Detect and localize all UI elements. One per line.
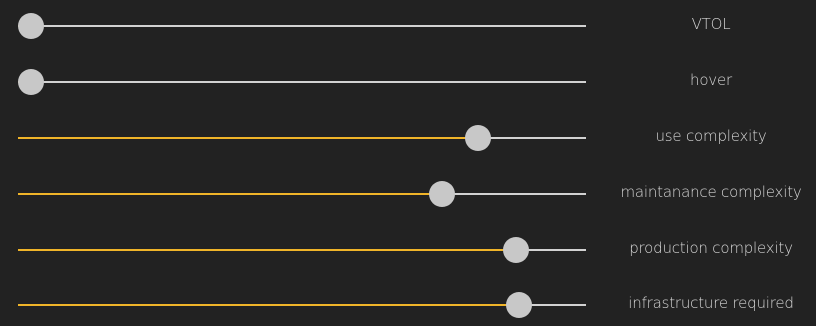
slider-fill [18, 304, 519, 306]
slider-row-maintanance-complexity: maintanance complexity [0, 175, 816, 215]
slider-fill [18, 249, 517, 251]
slider-thumb[interactable] [505, 292, 532, 318]
slider-row-hover: hover [0, 63, 816, 103]
slider-label: maintanance complexity [620, 183, 802, 201]
slider-label: infrastructure required [628, 294, 794, 312]
slider-thumb[interactable] [465, 125, 492, 151]
slider-thumb[interactable] [429, 181, 456, 207]
slider-track[interactable] [18, 125, 586, 151]
slider-label: hover [690, 71, 732, 89]
slider-track[interactable] [18, 237, 586, 263]
slider-label: VTOL [691, 15, 731, 33]
slider-label: production complexity [629, 239, 793, 257]
slider-row-production-complexity: production complexity [0, 231, 816, 271]
slider-row-infrastructure-required: infrastructure required [0, 286, 816, 326]
slider-track[interactable] [18, 292, 586, 318]
slider-fill [18, 193, 443, 195]
slider-track[interactable] [18, 181, 586, 207]
slider-row-vtol: VTOL [0, 7, 816, 47]
slider-fill [18, 137, 479, 139]
slider-label: use complexity [655, 127, 767, 145]
slider-thumb[interactable] [18, 13, 45, 39]
slider-row-use-complexity: use complexity [0, 119, 816, 159]
slider-panel: VTOL hover use complexity maintanance co… [0, 0, 816, 318]
slider-thumb[interactable] [503, 237, 530, 263]
slider-track[interactable] [18, 69, 586, 95]
slider-thumb[interactable] [18, 69, 45, 95]
slider-track[interactable] [18, 13, 586, 39]
